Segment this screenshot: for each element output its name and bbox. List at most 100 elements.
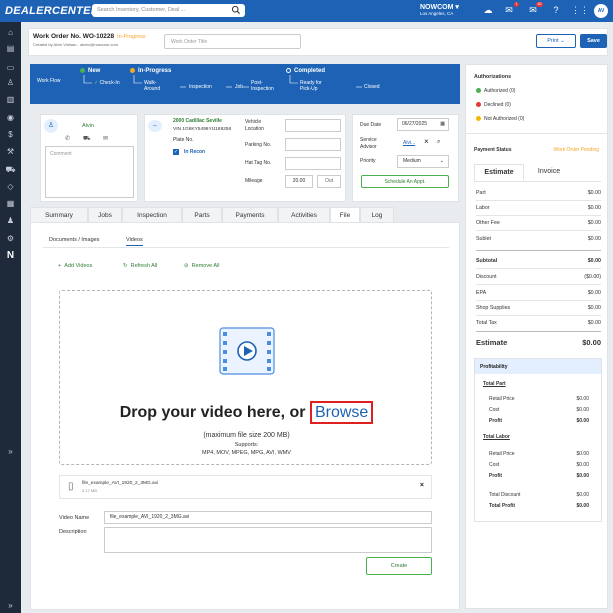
search-advisor-icon[interactable]: ⌕ (437, 139, 440, 146)
service-advisor-value[interactable]: Alvi... (403, 140, 415, 146)
cloud-icon[interactable]: ☁ (482, 4, 494, 16)
row-label: Labor (476, 205, 490, 211)
estimate-row-shop-supplies: Shop Supplies $0.00 (476, 305, 601, 311)
refresh-all-label: Refresh All (130, 263, 158, 269)
parking-input[interactable] (285, 138, 341, 151)
tag-icon[interactable]: ◇ (5, 181, 16, 192)
deals-icon[interactable]: ▭ (5, 62, 16, 73)
subtab-videos[interactable]: Videos (126, 237, 143, 246)
user-avatar[interactable]: AV (594, 4, 608, 18)
settings-icon[interactable]: ⚙ (5, 233, 16, 244)
subtab-documents-images[interactable]: Documents / Images (49, 237, 99, 243)
notifications-icon[interactable]: ✉ 1 (503, 2, 519, 16)
step-ready-pickup[interactable]: Ready for Pick-Up (300, 80, 322, 92)
step-inspection[interactable]: Inspection (189, 84, 212, 90)
uploaded-file-size: 2.17 MB (82, 488, 97, 493)
row-value: $0.00 (576, 462, 589, 468)
tab-invoice[interactable]: Invoice (524, 164, 574, 181)
estimate-row-discount: Discount ($0.00) (476, 274, 601, 280)
row-value: $0.00 (576, 503, 589, 509)
documents-icon[interactable]: ▥ (5, 94, 16, 105)
apps-grid-icon[interactable]: ⋮⋮ (571, 4, 589, 16)
in-recon-checkbox[interactable]: ✓ (173, 149, 179, 155)
car-icon[interactable]: ⛟ (83, 135, 91, 143)
remove-all-button[interactable]: ⊘ Remove All (184, 263, 220, 269)
video-name-input[interactable]: file_example_AVI_1920_2_3MG.avi (104, 511, 432, 524)
calendar-icon[interactable]: ▦ (440, 119, 445, 130)
description-textarea[interactable] (104, 527, 432, 553)
finance-icon[interactable]: $ (5, 129, 16, 140)
browse-link[interactable]: Browse (309, 401, 374, 424)
user-settings-icon[interactable]: ♟ (5, 215, 16, 226)
row-label: Cost (489, 462, 500, 468)
tab-payments[interactable]: Payments (222, 207, 278, 223)
trash-icon: ⊘ (184, 263, 189, 269)
video-drop-zone[interactable]: Drop your video here, or Browse (maximum… (59, 290, 432, 465)
work-order-title-input[interactable]: Work Order Title (164, 34, 301, 49)
service-icon[interactable]: ⚒ (5, 146, 16, 157)
step-job[interactable]: Job (235, 84, 243, 90)
workflow-bar: Work Flow New In-Progress Completed ✓ Ch… (30, 64, 460, 104)
vehicle-location-input[interactable] (285, 119, 341, 132)
row-label: Profit (489, 418, 503, 424)
dealer-selector[interactable]: NOWCOM ▾ Los Angeles, CA (420, 3, 459, 16)
schedule-appt-button[interactable]: Schedule An Appt. (361, 175, 449, 188)
work-order-number: Work Order No. WO-10228 (33, 33, 115, 40)
step-walk-around[interactable]: Walk- Around (144, 80, 160, 92)
tab-activities[interactable]: Activities (278, 207, 330, 223)
vehicle-icon[interactable]: ⛟ (5, 164, 16, 175)
hat-tag-input[interactable] (285, 157, 341, 170)
tab-jobs[interactable]: Jobs (88, 207, 122, 223)
row-value: $0.00 (587, 290, 601, 296)
refresh-all-button[interactable]: ↻ Refresh All (123, 263, 157, 269)
declined-status[interactable]: Declined (0) (476, 102, 511, 108)
tab-parts[interactable]: Parts (182, 207, 222, 223)
customers-icon[interactable]: ♙ (5, 77, 16, 88)
profitability-title: Profitability (480, 364, 508, 370)
total-discount-row: Total Discount $0.00 (489, 492, 589, 498)
search-icon[interactable] (231, 5, 241, 15)
declined-label: Declined (0) (484, 102, 511, 108)
customer-name[interactable]: Alvin (82, 123, 94, 129)
priority-select[interactable]: Medium ⌄ (397, 155, 449, 168)
tab-log[interactable]: Log (360, 207, 394, 223)
help-icon[interactable]: ? (550, 4, 562, 16)
home-icon[interactable]: ⌂ (5, 27, 16, 38)
alerts-icon[interactable]: ✉ 40 (527, 2, 543, 16)
reports-icon[interactable]: ▦ (5, 198, 16, 209)
location-icon[interactable]: ◉ (5, 112, 16, 123)
save-button[interactable]: Save (580, 34, 607, 48)
dealer-location: Los Angeles, CA (420, 11, 454, 16)
tab-file[interactable]: File (330, 207, 360, 223)
brand-logo[interactable]: DEALERCENTER (5, 5, 99, 17)
vehicle-model[interactable]: 2000 Cadillac Seville (173, 118, 222, 124)
collapse-bottom-icon[interactable]: » (5, 600, 16, 611)
authorized-status[interactable]: Authorized (0) (476, 88, 515, 94)
remove-file-icon[interactable]: × (420, 482, 424, 489)
add-videos-button[interactable]: + Add Videos (58, 263, 92, 269)
customer-avatar-icon: ♙ (44, 119, 58, 133)
row-value: $0.00 (576, 451, 589, 457)
email-icon[interactable]: ✉ (103, 135, 108, 142)
tab-summary[interactable]: Summary (30, 207, 88, 223)
not-authorized-status[interactable]: Not Authorized (0) (476, 116, 524, 122)
mileage-out-input[interactable]: Out (317, 175, 341, 188)
step-closed[interactable]: Closed (364, 84, 380, 90)
global-search-input[interactable]: Search Inventory, Customer, Deal ... (92, 4, 245, 17)
hat-tag-label: Hat Tag No. (245, 160, 272, 166)
mileage-input[interactable]: 20.00 (285, 175, 313, 188)
create-button[interactable]: Create (366, 557, 432, 575)
step-check-in[interactable]: ✓ Check-In (94, 80, 120, 86)
phone-icon[interactable]: ✆ (65, 135, 70, 142)
due-date-input[interactable]: 06/27/2025 ▦ (397, 118, 449, 131)
clear-advisor-icon[interactable]: × (424, 137, 429, 146)
tab-estimate[interactable]: Estimate (474, 164, 524, 181)
nowcom-logo-icon[interactable]: N (5, 250, 16, 261)
comment-textarea[interactable]: Comment (45, 146, 134, 198)
step-post-inspection[interactable]: Post- Inspection (251, 80, 274, 92)
total-part-title: Total Part (483, 381, 506, 387)
expand-sidebar-icon[interactable]: » (5, 446, 16, 457)
print-button[interactable]: Print ⌄ (536, 34, 576, 48)
tab-inspection[interactable]: Inspection (122, 207, 182, 223)
inventory-icon[interactable]: ▤ (5, 43, 16, 54)
